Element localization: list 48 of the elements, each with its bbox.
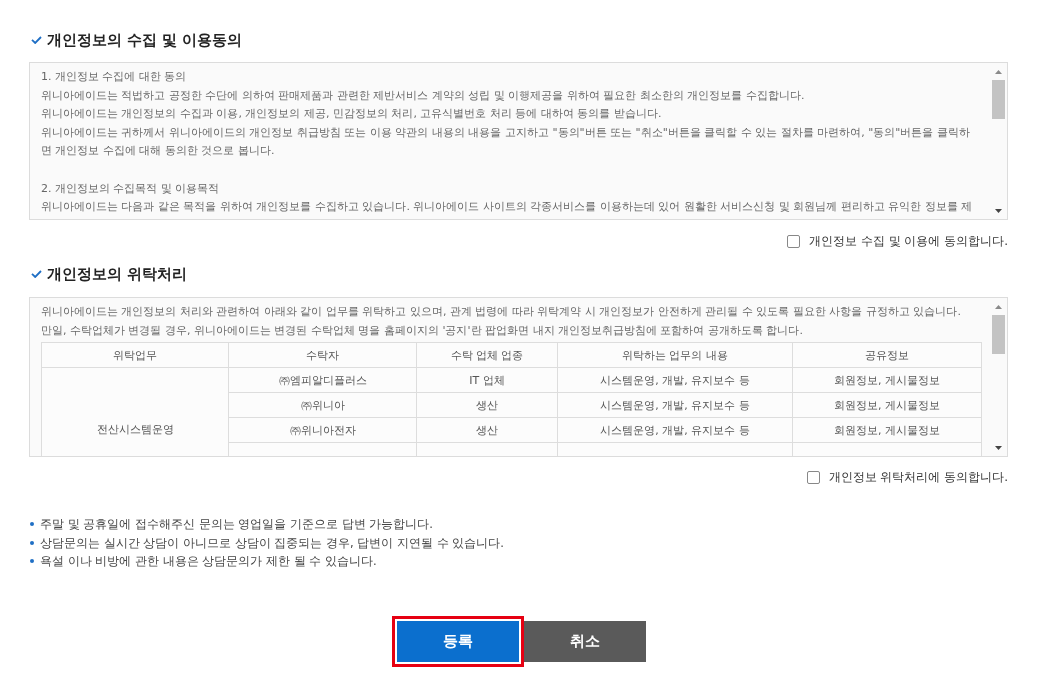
section-title: 개인정보의 수집 및 이용동의 bbox=[47, 31, 243, 50]
table-cell: 시스템운영, 개발, 유지보수 등 bbox=[557, 367, 793, 393]
table-cell: ㈜위니아전자 bbox=[228, 417, 417, 443]
table-cell: 회원정보, 게시물정보 bbox=[792, 417, 982, 443]
register-button[interactable]: 등록 bbox=[396, 620, 519, 662]
checkbox[interactable] bbox=[806, 470, 820, 484]
bullet-icon bbox=[30, 559, 34, 564]
checkmark-icon bbox=[31, 270, 42, 278]
clause-text: 위니아에이드는 개인정보의 수집과 이용, 개인정보의 제공, 민감정보의 처리, 고유식별번호 처리 등에 대하여 동의를 받습니다. bbox=[41, 106, 663, 123]
table-cell: 전산시스템운영 bbox=[41, 367, 229, 456]
table-cell: 생산 bbox=[416, 392, 558, 418]
note-text: 주말 및 공휴일에 접수해주신 문의는 영업일을 기준으로 답변 가능합니다. bbox=[40, 516, 433, 533]
clause-heading: 1. 개인정보 수집에 대한 동의 bbox=[41, 69, 188, 85]
checkbox[interactable] bbox=[786, 234, 800, 248]
note-text: 욕설 이나 비방에 관한 내용은 상담문의가 제한 될 수 있습니다. bbox=[40, 553, 377, 570]
column-header: 수탁 업체 업종 bbox=[416, 342, 558, 368]
scrollbar-thumb[interactable] bbox=[992, 80, 1005, 119]
intro-text: 위니아에이드는 개인정보의 처리와 관련하여 아래와 같이 업무를 위탁하고 있으며, 관계 법령에 따라 위탁계약 시 개인정보가 안전하게 관리될 수 있도록 필요한 사항을 규정하고 있습니다. bbox=[41, 304, 962, 320]
scroll-up-icon[interactable] bbox=[995, 69, 1002, 74]
column-header: 위탁하는 업무의 내용 bbox=[557, 342, 793, 368]
scroll-down-icon[interactable] bbox=[995, 445, 1002, 450]
column-header: 공유정보 bbox=[792, 342, 982, 368]
column-header: 위탁업무 bbox=[41, 342, 229, 368]
table-cell: 시스템운영, 개발, 유지보수 등 bbox=[557, 417, 793, 443]
table-cell: 회원정보, 게시물정보 bbox=[792, 367, 982, 393]
table-cell: ㈜엠피알디플러스 bbox=[228, 367, 417, 393]
note-text: 상담문의는 실시간 상담이 아니므로 상담이 집중되는 경우, 답변이 지연될 수 있습니다. bbox=[40, 534, 504, 552]
scrollbar-thumb[interactable] bbox=[992, 315, 1005, 354]
scroll-up-icon[interactable] bbox=[995, 304, 1002, 309]
checkbox-label[interactable]: 개인정보 수집 및 이용에 동의합니다. bbox=[808, 231, 1008, 251]
clause-text: 위니아에이드는 적법하고 공정한 수단에 의하여 판매제품과 관련한 제반서비스 계약의 성립 및 이행제공을 위하여 필요한 최소한의 개인정보를 수집합니다. bbox=[41, 87, 806, 104]
table-cell: 생산 bbox=[416, 417, 558, 443]
scroll-down-icon[interactable] bbox=[995, 208, 1002, 213]
checkmark-icon bbox=[31, 36, 42, 44]
clause-heading: 2. 개인정보의 수집목적 및 이용목적 bbox=[41, 180, 221, 197]
cancel-button[interactable]: 취소 bbox=[523, 620, 646, 662]
bullet-icon bbox=[30, 540, 34, 545]
column-header: 수탁자 bbox=[228, 342, 417, 368]
clause-text: 위니아에이드는 귀하께서 위니아에이드의 개인정보 취급방침 또는 이용 약관의 내용의 내용을 고지하고 "동의"버튼 또는 "취소"버튼을 클릭할 수 있는 절차를 마련하여, "동의"버튼을 클릭하면 개인정보 수집에 대해 동의한 것으로 봅니다. bbox=[41, 124, 971, 160]
clause-text: 위니아에이드는 다음과 같은 목적을 위하여 개인정보를 수집하고 있습니다. 위니아에이드 사이트의 각종서비스를 이용하는데 있어 원활한 서비스신청 및 회원님께 편리하고 유익한 정보를 제 bbox=[41, 199, 974, 216]
section-title: 개인정보의 위탁처리 bbox=[47, 265, 188, 284]
table-cell: IT 업체 bbox=[416, 367, 558, 393]
table-cell: 회원정보, 게시물정보 bbox=[792, 392, 982, 418]
checkbox-label[interactable]: 개인정보 위탁처리에 동의합니다. bbox=[828, 467, 1008, 487]
intro-text: 만일, 수탁업체가 변경될 경우, 위니아에이드는 변경된 수탁업체 명을 홈페이지의 '공지'란 팝업화면 내지 개인정보취급방침에 포함하여 공개하도록 합니다. bbox=[41, 322, 804, 339]
table-cell: ㈜위니아 bbox=[228, 392, 417, 418]
table-cell: 시스템운영, 개발, 유지보수 등 bbox=[557, 392, 793, 418]
bullet-icon bbox=[30, 522, 34, 527]
